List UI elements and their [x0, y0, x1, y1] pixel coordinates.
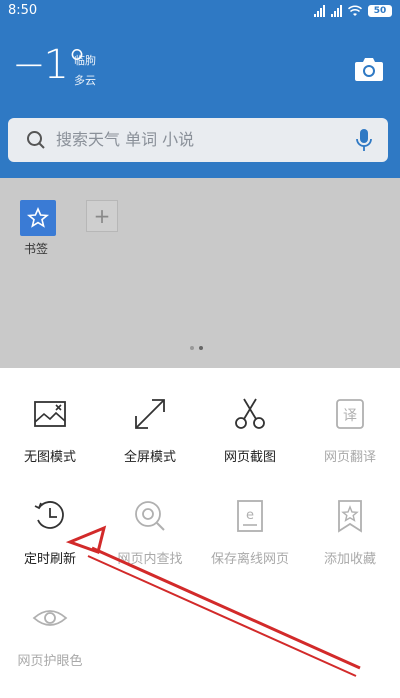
menu-item-timed-refresh[interactable]: 定时刷新: [0, 470, 100, 580]
signal-icon: [331, 5, 342, 17]
camera-icon[interactable]: [354, 56, 384, 82]
menu-item-translate[interactable]: 译 网页翻译: [300, 368, 400, 478]
menu-item-screenshot[interactable]: 网页截图: [200, 368, 300, 478]
timer-refresh-icon: [34, 501, 64, 529]
menu-item-fullscreen[interactable]: 全屏模式: [100, 368, 200, 478]
menu-item-label: 保存离线网页: [210, 552, 289, 567]
svg-text:译: 译: [343, 408, 357, 424]
search-icon: [27, 131, 45, 149]
find-in-page-icon: [135, 501, 165, 531]
top-header: 8:50 50 −1° 临朐 多云 搜索天气 单词 小说: [0, 0, 400, 178]
signal-icon: [314, 5, 325, 17]
menu-item-label: 网页内查找: [117, 552, 183, 567]
star-icon: [26, 206, 50, 228]
menu-item-label: 网页翻译: [323, 450, 376, 465]
tools-menu-panel: 无图模式 全屏模式 网页截图 译 网页翻译 定时刷新 网页内查找 e 保存离线网…: [0, 368, 400, 698]
save-offline-icon: e: [237, 500, 263, 532]
weather-condition: 多云: [74, 74, 96, 87]
menu-item-save-offline[interactable]: e 保存离线网页: [200, 470, 300, 580]
status-bar: 8:50 50: [0, 0, 400, 22]
page-indicator: [190, 346, 203, 350]
translate-icon: 译: [336, 399, 364, 429]
fullscreen-icon: [135, 399, 165, 429]
menu-item-label: 添加收藏: [323, 552, 376, 567]
weather-city: 临朐: [74, 54, 96, 67]
menu-item-find-in-page[interactable]: 网页内查找: [100, 470, 200, 580]
menu-item-no-image[interactable]: 无图模式: [0, 368, 100, 478]
scissors-icon: [235, 398, 265, 429]
no-image-icon: [34, 401, 66, 427]
search-bar[interactable]: 搜索天气 单词 小说: [8, 118, 388, 162]
status-time: 8:50: [8, 3, 38, 18]
bookmark-label: 书签: [24, 242, 49, 256]
status-icons: 50: [314, 0, 392, 22]
menu-item-label: 网页截图: [223, 450, 276, 465]
battery-icon: 50: [368, 5, 392, 17]
add-favorite-icon: [338, 500, 362, 533]
menu-item-label: 网页护眼色: [17, 654, 83, 669]
wifi-icon: [348, 5, 362, 16]
shortcut-area: 书签 +: [0, 178, 400, 368]
search-placeholder: 搜索天气 单词 小说: [56, 130, 195, 149]
microphone-icon[interactable]: [356, 128, 372, 152]
eye-icon: [32, 610, 68, 626]
menu-item-label: 定时刷新: [23, 552, 76, 567]
add-shortcut-button[interactable]: +: [86, 200, 118, 232]
svg-text:e: e: [246, 508, 254, 523]
weather-widget[interactable]: −1° 临朐 多云: [12, 42, 212, 92]
menu-item-eye-care[interactable]: 网页护眼色: [0, 572, 100, 682]
menu-item-label: 全屏模式: [123, 450, 176, 465]
menu-item-label: 无图模式: [23, 450, 76, 465]
menu-item-add-favorite[interactable]: 添加收藏: [300, 470, 400, 580]
bookmark-tile[interactable]: [20, 200, 56, 236]
